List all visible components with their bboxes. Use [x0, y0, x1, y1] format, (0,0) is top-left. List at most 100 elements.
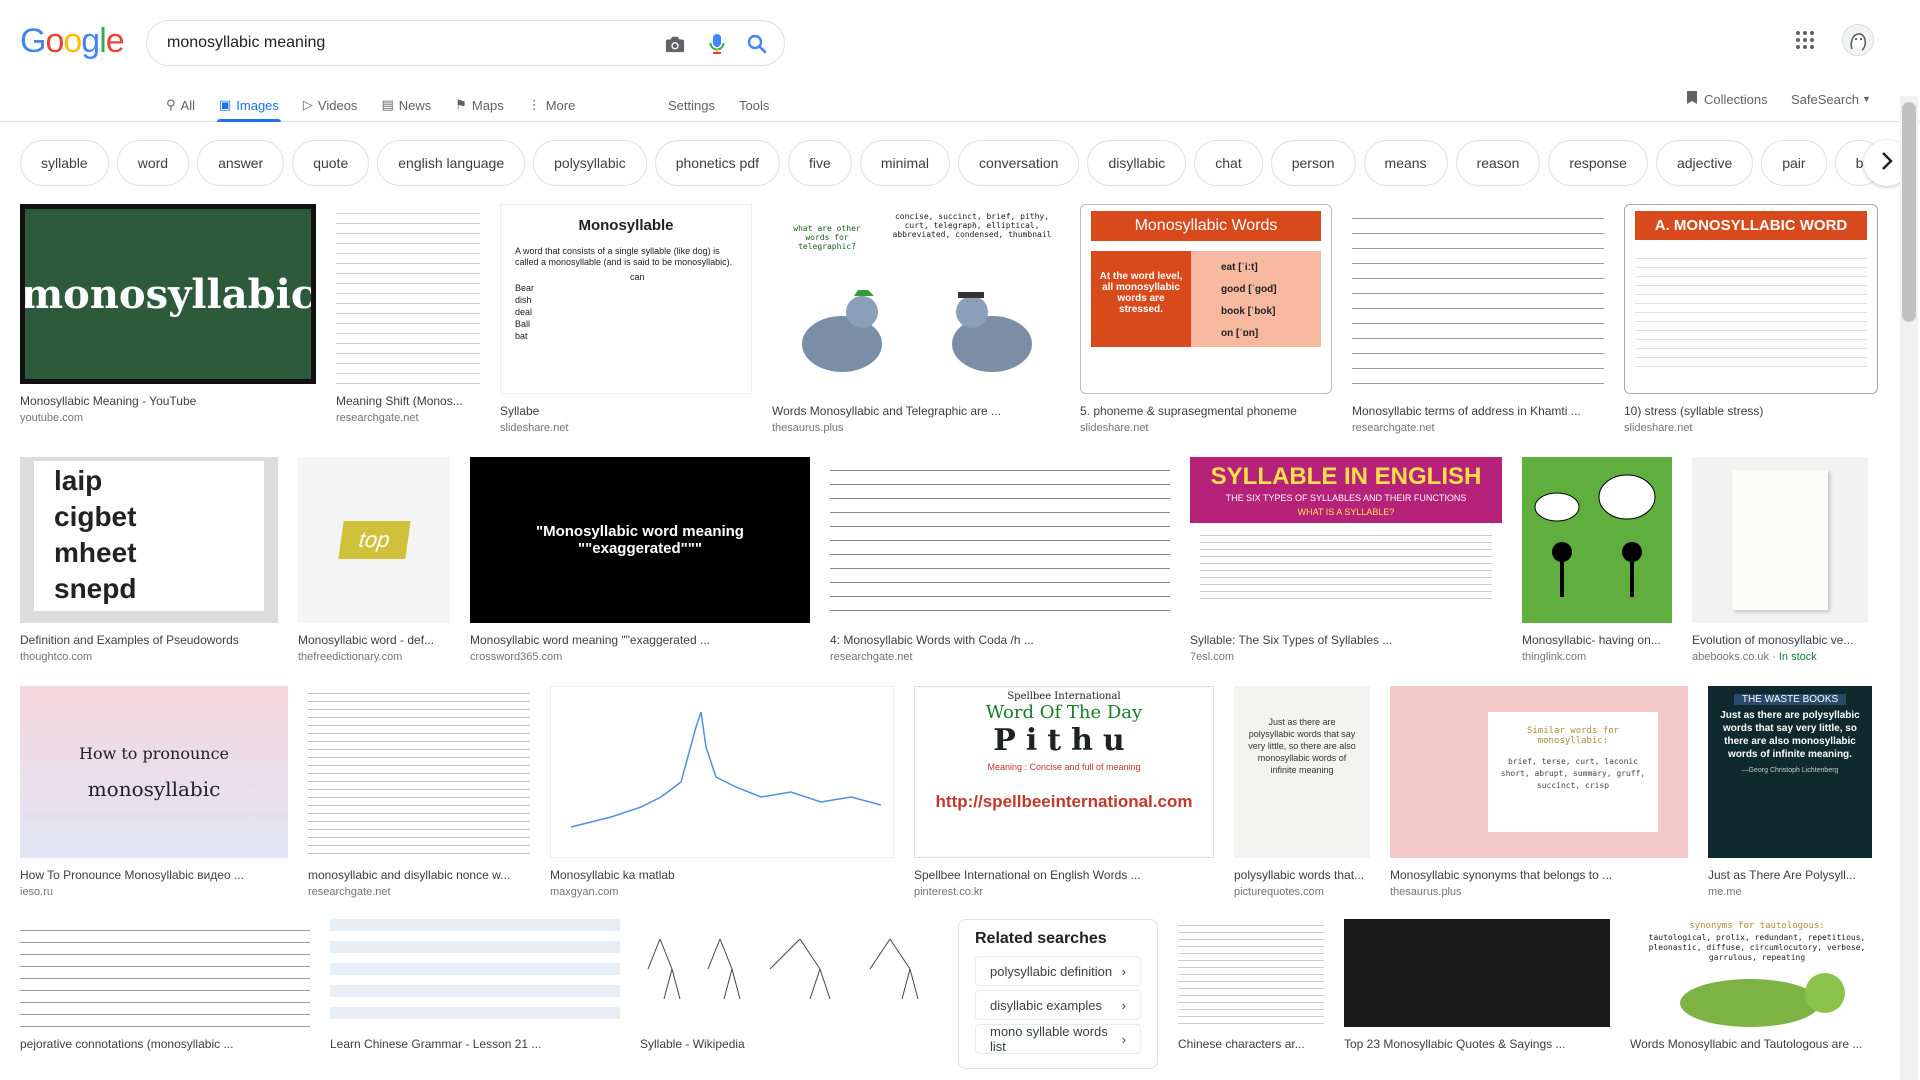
result-thumbnail[interactable]: Monosyllabic Words At the word level, al…	[1080, 204, 1332, 394]
search-icon[interactable]	[745, 32, 769, 56]
result-title[interactable]: Definition and Examples of Pseudowords	[20, 633, 278, 647]
google-logo[interactable]: Google	[20, 22, 125, 61]
result-title[interactable]: How To Pronounce Monosyllabic видео ...	[20, 868, 288, 882]
result-title[interactable]: Monosyllabic synonyms that belongs to ..…	[1390, 868, 1688, 882]
chip[interactable]: polysyllabic	[533, 140, 647, 186]
chip[interactable]: means	[1363, 140, 1448, 186]
chip[interactable]: minimal	[859, 140, 951, 186]
image-result[interactable]: Monosyllabic Words At the word level, al…	[1080, 204, 1332, 434]
image-result[interactable]: How to pronounce monosyllabic How To Pro…	[20, 686, 288, 898]
result-title[interactable]: Top 23 Monosyllabic Quotes & Sayings ...	[1344, 1037, 1610, 1051]
scrollbar-thumb[interactable]	[1902, 102, 1916, 322]
result-title[interactable]: Monosyllabic word meaning ""exaggerated …	[470, 633, 810, 647]
image-result[interactable]: Chinese characters ar...	[1178, 919, 1324, 1069]
image-result[interactable]: Syllable - Wikipedia	[640, 919, 938, 1069]
result-thumbnail[interactable]	[1178, 919, 1324, 1027]
result-title[interactable]: 5. phoneme & suprasegmental phoneme	[1080, 404, 1332, 418]
tab-news[interactable]: ▤ News	[381, 88, 431, 122]
result-title[interactable]: Evolution of monosyllabic ve...	[1692, 633, 1868, 647]
chip[interactable]: five	[788, 140, 852, 186]
result-thumbnail[interactable]: Monosyllable A word that consists of a s…	[500, 204, 752, 394]
page-scrollbar[interactable]	[1900, 96, 1918, 1080]
image-result[interactable]: THE WASTE BOOKS Just as there are polysy…	[1708, 686, 1872, 898]
result-title[interactable]: Monosyllabic ka matlab	[550, 868, 894, 882]
chip[interactable]: syllable	[20, 140, 109, 186]
result-thumbnail[interactable]: Spellbee International Word Of The Day P…	[914, 686, 1214, 858]
result-thumbnail[interactable]	[550, 686, 894, 858]
image-result[interactable]: Monosyllable A word that consists of a s…	[500, 204, 752, 434]
image-result[interactable]: Meaning Shift (Monos... researchgate.net	[336, 204, 480, 434]
result-thumbnail[interactable]: THE WASTE BOOKS Just as there are polysy…	[1708, 686, 1872, 858]
image-result[interactable]: pejorative connotations (monosyllabic ..…	[20, 919, 310, 1069]
search-box[interactable]	[146, 20, 785, 66]
account-avatar[interactable]	[1842, 24, 1874, 56]
result-thumbnail[interactable]	[308, 686, 530, 858]
result-title[interactable]: polysyllabic words that...	[1234, 868, 1370, 882]
tab-more[interactable]: ⋮ More	[528, 88, 576, 122]
result-title[interactable]: Monosyllabic word - def...	[298, 633, 450, 647]
result-thumbnail[interactable]: A. MONOSYLLABIC WORD	[1624, 204, 1878, 394]
settings-link[interactable]: Settings	[668, 88, 715, 122]
image-result[interactable]: Monosyllabic- having on... thinglink.com	[1522, 457, 1672, 663]
image-result[interactable]: "Monosyllabic word meaning ""exaggerated…	[470, 457, 810, 663]
camera-icon[interactable]	[663, 32, 687, 56]
result-title[interactable]: 10) stress (syllable stress)	[1624, 404, 1878, 418]
image-result[interactable]: top Monosyllabic word - def... thefreedi…	[298, 457, 450, 663]
image-result[interactable]: Just as there are polysyllabic words tha…	[1234, 686, 1370, 898]
related-search-item[interactable]: polysyllabic definition ›	[975, 956, 1141, 986]
image-result[interactable]: Spellbee International Word Of The Day P…	[914, 686, 1214, 898]
result-title[interactable]: 4: Monosyllabic Words with Coda /h ...	[830, 633, 1170, 647]
chip[interactable]: response	[1548, 140, 1648, 186]
result-thumbnail[interactable]: synonyms for tautologous: tautological, …	[1630, 919, 1884, 1027]
chip[interactable]: chat	[1194, 140, 1263, 186]
chip[interactable]: phonetics pdf	[654, 140, 781, 186]
tab-all[interactable]: ⚲ All	[166, 88, 195, 122]
result-title[interactable]: Syllable: The Six Types of Syllables ...	[1190, 633, 1502, 647]
result-thumbnail[interactable]	[1344, 919, 1610, 1027]
image-result[interactable]: 4: Monosyllabic Words with Coda /h ... r…	[830, 457, 1170, 663]
image-result[interactable]: synonyms for tautologous: tautological, …	[1630, 919, 1884, 1069]
image-result[interactable]: monosyllabic and disyllabic nonce w... r…	[308, 686, 530, 898]
result-thumbnail[interactable]	[1352, 204, 1604, 394]
chip[interactable]: conversation	[958, 140, 1080, 186]
image-result[interactable]: what are other words for telegraphic? co…	[772, 204, 1060, 434]
result-thumbnail[interactable]: top	[298, 457, 450, 623]
microphone-icon[interactable]	[705, 32, 729, 56]
result-title[interactable]: Learn Chinese Grammar - Lesson 21 ...	[330, 1037, 620, 1051]
safesearch-menu[interactable]: SafeSearch ▼	[1791, 88, 1871, 110]
image-result[interactable]: laip cigbet mheet snepd Definition and E…	[20, 457, 278, 663]
result-title[interactable]: Monosyllabic- having on...	[1522, 633, 1672, 647]
result-title[interactable]: Monosyllabic terms of address in Khamti …	[1352, 404, 1604, 418]
chip[interactable]: reason	[1455, 140, 1541, 186]
tools-link[interactable]: Tools	[739, 88, 769, 122]
chip[interactable]: person	[1270, 140, 1356, 186]
chip[interactable]: answer	[197, 140, 285, 186]
related-search-item[interactable]: mono syllable words list ›	[975, 1024, 1141, 1054]
result-thumbnail[interactable]: SYLLABLE IN ENGLISH THE SIX TYPES OF SYL…	[1190, 457, 1502, 623]
result-thumbnail[interactable]	[1522, 457, 1672, 623]
result-thumbnail[interactable]	[830, 457, 1170, 623]
chip[interactable]: quote	[292, 140, 370, 186]
result-title[interactable]: Just as There Are Polysyll...	[1708, 868, 1872, 882]
result-thumbnail[interactable]: monosyllabic	[20, 204, 316, 384]
result-thumbnail[interactable]: laip cigbet mheet snepd	[20, 457, 278, 623]
result-title[interactable]: monosyllabic and disyllabic nonce w...	[308, 868, 530, 882]
result-title[interactable]: Words Monosyllabic and Telegraphic are .…	[772, 404, 1060, 418]
result-title[interactable]: Syllable - Wikipedia	[640, 1037, 938, 1051]
result-thumbnail[interactable]: How to pronounce monosyllabic	[20, 686, 288, 858]
image-result[interactable]: Similar words for monosyllabic: brief, t…	[1390, 686, 1688, 898]
chip[interactable]: english language	[377, 140, 526, 186]
result-title[interactable]: Meaning Shift (Monos...	[336, 394, 480, 408]
result-thumbnail[interactable]	[330, 919, 620, 1027]
result-thumbnail[interactable]	[640, 919, 938, 1027]
chip[interactable]: disyllabic	[1087, 140, 1187, 186]
result-thumbnail[interactable]: Similar words for monosyllabic: brief, t…	[1390, 686, 1688, 858]
result-thumbnail[interactable]	[1692, 457, 1868, 623]
result-thumbnail[interactable]	[336, 204, 480, 384]
result-title[interactable]: Spellbee International on English Words …	[914, 868, 1214, 882]
tab-maps[interactable]: ⚑ Maps	[455, 88, 503, 122]
result-thumbnail[interactable]: what are other words for telegraphic? co…	[772, 204, 1060, 394]
result-thumbnail[interactable]: "Monosyllabic word meaning ""exaggerated…	[470, 457, 810, 623]
image-result[interactable]: SYLLABLE IN ENGLISH THE SIX TYPES OF SYL…	[1190, 457, 1502, 663]
related-search-item[interactable]: disyllabic examples ›	[975, 990, 1141, 1020]
